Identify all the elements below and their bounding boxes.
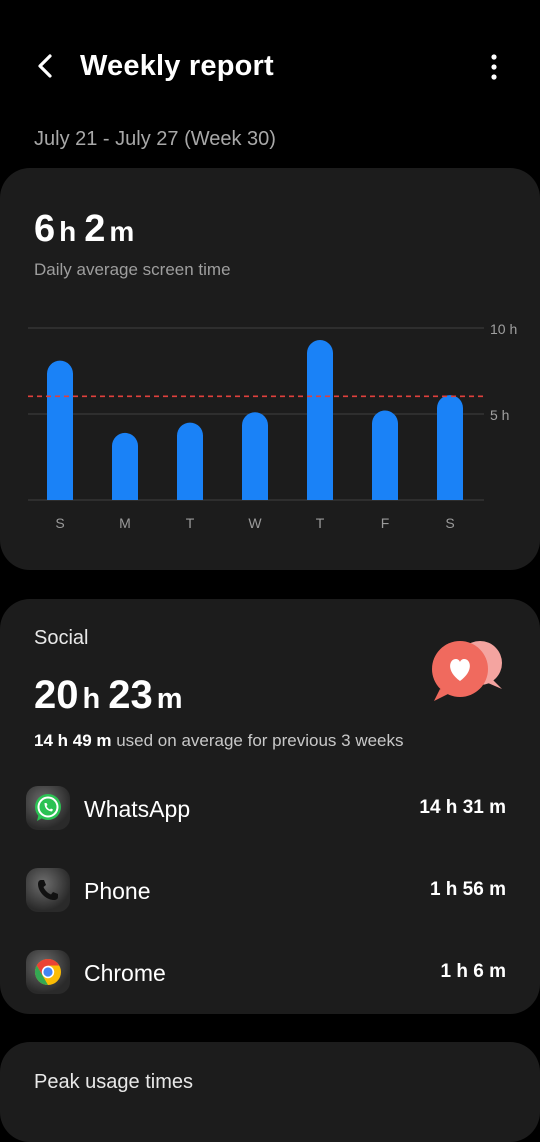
more-vertical-icon — [491, 54, 497, 80]
category-total-time: 20 h 23 m — [34, 673, 191, 718]
chrome-icon — [26, 950, 70, 994]
hours-unit: h — [82, 683, 101, 715]
y-tick-label: 10 h — [490, 321, 517, 337]
chart-bar — [112, 432, 138, 500]
peak-usage-title: Peak usage times — [34, 1071, 193, 1093]
chart-bar — [177, 422, 203, 500]
app-name: Phone — [84, 878, 151, 904]
more-options-button[interactable] — [480, 48, 508, 86]
minutes-unit: m — [109, 216, 135, 247]
chart-bar — [242, 412, 268, 500]
chart-bar — [307, 340, 333, 500]
back-button[interactable] — [28, 46, 62, 86]
app-usage-time: 1 h 56 m — [429, 879, 506, 900]
date-range: July 21 - July 27 (Week 30) — [34, 128, 276, 150]
minutes-value: 23 — [108, 673, 153, 717]
x-tick-label: T — [316, 515, 325, 531]
heart-chat-bubble-icon — [432, 641, 502, 701]
x-tick-label: W — [248, 515, 262, 531]
chart-bar — [372, 410, 398, 500]
app-row-chrome[interactable]: Chrome 1 h 6 m — [0, 940, 540, 1004]
hours-value: 6 — [34, 208, 56, 250]
previous-average-suffix: used on average for previous 3 weeks — [111, 731, 404, 750]
y-tick-label: 5 h — [490, 407, 509, 423]
chevron-left-icon — [38, 54, 52, 78]
category-label: Social — [34, 627, 89, 649]
x-tick-label: S — [55, 515, 64, 531]
hours-value: 20 — [34, 673, 79, 717]
peak-usage-card[interactable]: Peak usage times — [0, 1042, 540, 1142]
whatsapp-icon — [26, 786, 70, 830]
previous-average-value: 14 h 49 m — [34, 731, 112, 750]
daily-average-label: Daily average screen time — [34, 260, 231, 279]
chart-bar — [47, 360, 73, 500]
minutes-unit: m — [156, 683, 183, 715]
app-name: WhatsApp — [84, 796, 191, 822]
social-category-card[interactable]: Social 20 h 23 m 14 h 49 m used on average … — [0, 599, 540, 1014]
app-usage-time: 1 h 6 m — [440, 961, 506, 982]
app-bar: Weekly report — [0, 0, 540, 130]
daily-average-time: 6h2m — [34, 208, 142, 251]
weekly-bar-chart: 10 h 5 h S M T W T F S — [28, 321, 517, 531]
x-tick-label: T — [186, 515, 195, 531]
hours-unit: h — [59, 216, 77, 247]
page-title: Weekly report — [80, 50, 274, 82]
app-usage-time: 14 h 31 m — [419, 797, 506, 818]
screen-time-card[interactable]: 6h2m Daily average screen time 10 h 5 h S M… — [0, 168, 540, 570]
previous-average-text: 14 h 49 m used on average for previous 3… — [34, 731, 404, 751]
minutes-value: 2 — [84, 208, 106, 250]
x-tick-label: M — [119, 515, 131, 531]
chart-bar — [437, 395, 463, 500]
app-row-whatsapp[interactable]: WhatsApp 14 h 31 m — [0, 776, 540, 840]
app-row-phone[interactable]: Phone 1 h 56 m — [0, 858, 540, 922]
x-tick-label: S — [445, 515, 454, 531]
phone-icon — [26, 868, 70, 912]
x-tick-label: F — [381, 515, 390, 531]
app-name: Chrome — [84, 960, 166, 986]
